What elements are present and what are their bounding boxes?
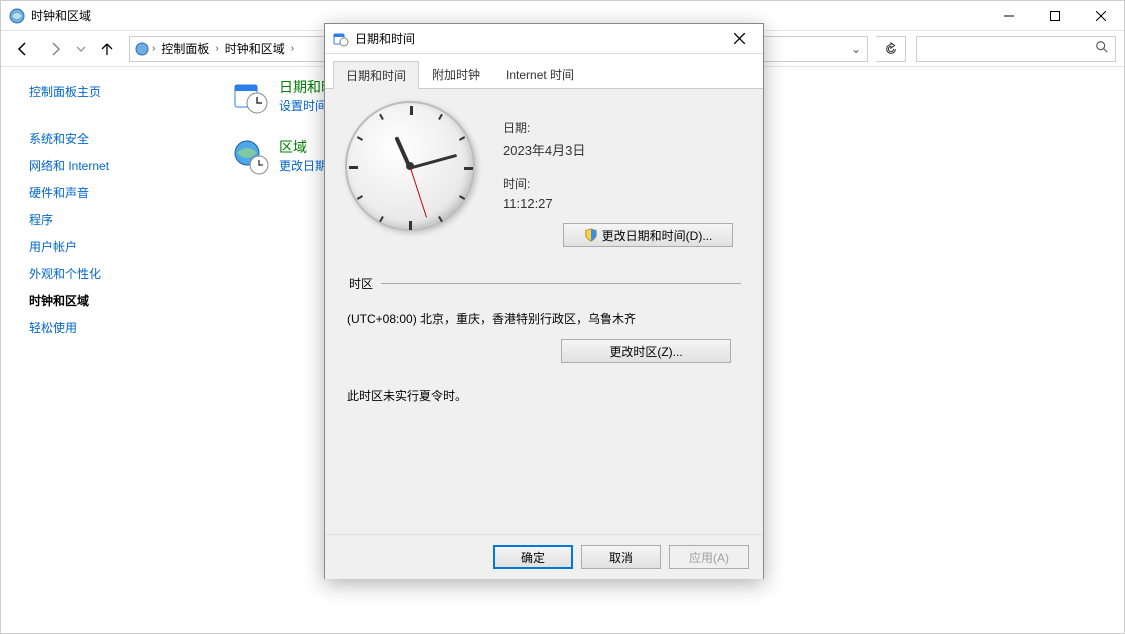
dst-note: 此时区未实行夏令时。 (347, 387, 741, 404)
breadcrumb-clock-region[interactable]: 时钟和区域 (221, 40, 289, 57)
change-timezone-button-label: 更改时区(Z)... (609, 343, 682, 360)
sidebar-item-programs[interactable]: 程序 (29, 211, 199, 228)
close-button[interactable] (1078, 1, 1124, 31)
dialog-title: 日期和时间 (355, 30, 719, 47)
search-icon (1095, 40, 1109, 57)
datetime-info: 日期: 2023年4月3日 时间: 11:12:27 (503, 101, 585, 231)
minimize-button[interactable] (986, 1, 1032, 31)
window-title: 时钟和区域 (31, 7, 986, 24)
address-dropdown[interactable]: ⌄ (849, 42, 863, 56)
change-timezone-button[interactable]: 更改时区(Z)... (561, 339, 731, 363)
chevron-right-icon[interactable]: › (289, 43, 296, 54)
ok-button[interactable]: 确定 (493, 545, 573, 569)
search-input[interactable] (923, 41, 1095, 57)
maximize-button[interactable] (1032, 1, 1078, 31)
chevron-right-icon[interactable]: › (213, 43, 220, 54)
time-value: 11:12:27 (503, 196, 585, 211)
cancel-button[interactable]: 取消 (581, 545, 661, 569)
window-controls (986, 1, 1124, 31)
dialog-close-button[interactable] (719, 25, 759, 53)
time-label: 时间: (503, 175, 585, 192)
forward-button (41, 35, 69, 63)
timezone-group: 时区 (UTC+08:00) 北京，重庆，香港特别行政区，乌鲁木齐 更改时区(Z… (347, 275, 741, 404)
dialog-body: 日期: 2023年4月3日 时间: 11:12:27 更改日期和时间(D)...… (325, 89, 763, 534)
address-root-icon (134, 41, 150, 57)
date-value: 2023年4月3日 (503, 140, 585, 159)
dialog-icon (333, 31, 349, 47)
sidebar-item-appearance[interactable]: 外观和个性化 (29, 265, 199, 282)
sidebar-item-user-accounts[interactable]: 用户帐户 (29, 238, 199, 255)
date-label: 日期: (503, 119, 585, 136)
sidebar: 控制面板主页 系统和安全 网络和 Internet 硬件和声音 程序 用户帐户 … (1, 67, 211, 633)
globe-clock-icon (231, 137, 271, 177)
shield-icon (584, 228, 598, 242)
breadcrumb-control-panel[interactable]: 控制面板 (157, 40, 213, 57)
recent-button[interactable] (73, 35, 89, 63)
dialog-footer: 确定 取消 应用(A) (325, 534, 763, 579)
sidebar-item-ease-of-access[interactable]: 轻松使用 (29, 319, 199, 336)
dialog-title-bar[interactable]: 日期和时间 (325, 24, 763, 54)
up-button[interactable] (93, 35, 121, 63)
sidebar-item-system-security[interactable]: 系统和安全 (29, 130, 199, 147)
sidebar-item-network-internet[interactable]: 网络和 Internet (29, 157, 199, 174)
tab-additional-clocks[interactable]: 附加时钟 (419, 60, 493, 88)
apply-button: 应用(A) (669, 545, 749, 569)
change-datetime-button-label: 更改日期和时间(D)... (602, 227, 713, 244)
dialog-tab-strip: 日期和时间 附加时钟 Internet 时间 (325, 54, 763, 89)
timezone-value: (UTC+08:00) 北京，重庆，香港特别行政区，乌鲁木齐 (347, 310, 741, 327)
back-button[interactable] (9, 35, 37, 63)
change-datetime-button[interactable]: 更改日期和时间(D)... (563, 223, 733, 247)
analog-clock (345, 101, 475, 231)
sidebar-item-hardware-sound[interactable]: 硬件和声音 (29, 184, 199, 201)
control-panel-window: 时钟和区域 › 控制面板 › 时钟和区域 › ⌄ 控制面板主页 (0, 0, 1125, 634)
datetime-dialog: 日期和时间 日期和时间 附加时钟 Internet 时间 日期: 2023年4月… (324, 23, 764, 579)
search-box[interactable] (916, 36, 1116, 62)
tab-internet-time[interactable]: Internet 时间 (493, 60, 587, 88)
sidebar-item-clock-region[interactable]: 时钟和区域 (29, 292, 199, 309)
tab-datetime[interactable]: 日期和时间 (333, 61, 419, 89)
sidebar-home[interactable]: 控制面板主页 (29, 83, 199, 100)
refresh-button[interactable] (876, 36, 906, 62)
app-icon (9, 8, 25, 24)
chevron-right-icon[interactable]: › (150, 43, 157, 54)
clock-icon (231, 77, 271, 117)
timezone-legend: 时区 (347, 275, 381, 292)
